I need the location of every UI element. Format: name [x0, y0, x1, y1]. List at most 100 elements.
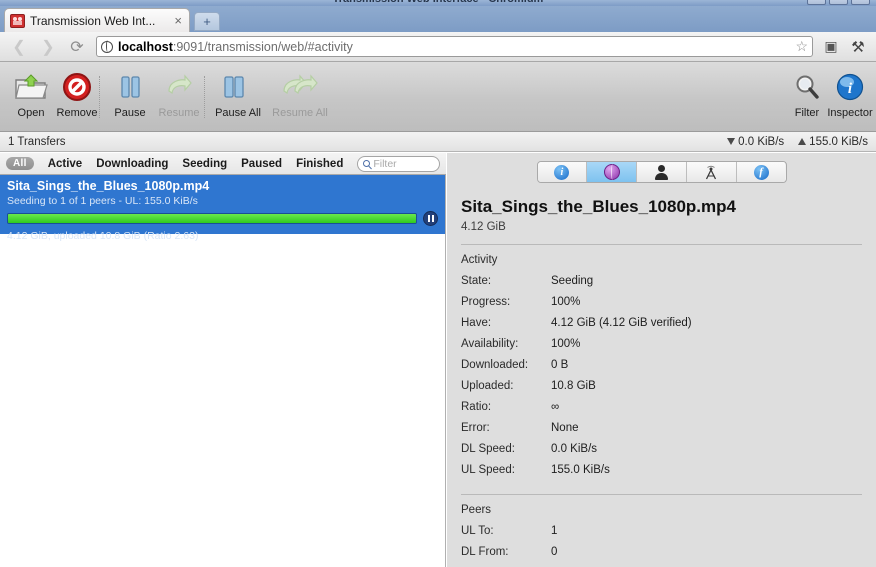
row-downloaded-key: Downloaded:: [461, 359, 529, 371]
search-icon: [363, 160, 371, 167]
row-downloaded-value: 0 B: [551, 359, 569, 371]
pause-label: Pause: [114, 107, 146, 119]
inspector-tab-peers[interactable]: [637, 162, 687, 182]
forward-icon[interactable]: ❯: [35, 35, 61, 59]
reload-icon[interactable]: ⟳: [64, 35, 90, 59]
resume-button: Resume: [150, 68, 208, 128]
maximize-button[interactable]: [829, 0, 848, 5]
url-host: localhost: [118, 39, 173, 54]
tab-strip: Transmission Web Int... × +: [0, 6, 876, 32]
wrench-menu-icon[interactable]: ⚒: [846, 35, 870, 59]
browser-tab-title: Transmission Web Int...: [30, 13, 156, 28]
filter-search-input[interactable]: Filter: [373, 158, 396, 170]
filter-label: Filter: [794, 107, 820, 119]
antenna-icon: [703, 165, 719, 180]
browser-window: Transmission Web Interface - Chromium Tr…: [0, 0, 876, 567]
row-error: Error: None: [447, 422, 876, 434]
row-progress: Progress: 100%: [447, 296, 876, 308]
row-have-value: 4.12 GiB (4.12 GiB verified): [551, 317, 692, 329]
row-dl-speed-key: DL Speed:: [461, 443, 515, 455]
row-availability-key: Availability:: [461, 338, 519, 350]
row-uploaded-value: 10.8 GiB: [551, 380, 596, 392]
inspector-tab-trackers[interactable]: [686, 162, 737, 182]
torrent-status: Seeding to 1 of 1 peers - UL: 155.0 KiB/…: [7, 195, 198, 207]
torrent-pause-button[interactable]: [423, 211, 438, 226]
download-speed: 0.0 KiB/s: [727, 136, 784, 148]
inspector-tab-info[interactable]: i: [537, 162, 588, 182]
resume-all-icon: [282, 68, 318, 106]
torrent-progress-fill: [8, 214, 416, 223]
filter-tab-finished[interactable]: Finished: [296, 158, 343, 170]
row-progress-value: 100%: [551, 296, 581, 308]
download-arrow-icon: [727, 138, 736, 145]
filter-bar: All Active Downloading Seeding Paused Fi…: [0, 153, 446, 175]
globe-icon: [101, 40, 113, 53]
url-path: :9091/transmission/web/#activity: [172, 39, 353, 54]
torrent-progress-bar: [7, 213, 417, 224]
toolbar-separator: [99, 76, 100, 118]
row-progress-key: Progress:: [461, 296, 511, 308]
row-state: State: Seeding: [447, 275, 876, 287]
remove-label: Remove: [56, 107, 98, 119]
window-controls[interactable]: [807, 0, 870, 5]
inspector-tab-files[interactable]: f: [736, 162, 786, 182]
filter-tab-all[interactable]: All: [6, 157, 34, 170]
pause-icon: [115, 68, 145, 106]
filter-search-box[interactable]: Filter: [357, 155, 440, 172]
reader-view-icon[interactable]: ▣: [819, 35, 843, 59]
pause-all-icon: [221, 68, 255, 106]
minimize-button[interactable]: [807, 0, 826, 5]
filter-tab-active[interactable]: Active: [48, 158, 83, 170]
row-ul-speed: UL Speed: 155.0 KiB/s: [447, 464, 876, 476]
filter-tab-paused[interactable]: Paused: [241, 158, 282, 170]
inspector-label: Inspector: [827, 107, 873, 119]
inspector-button[interactable]: i Inspector: [824, 68, 876, 128]
torrent-name: Sita_Sings_the_Blues_1080p.mp4: [7, 179, 210, 193]
info-icon: i: [835, 68, 865, 106]
row-dl-from-key: DL From:: [461, 546, 509, 558]
row-dl-from: DL From: 0: [447, 546, 876, 558]
inspector-tabs: i f: [536, 161, 787, 183]
row-ul-speed-key: UL Speed:: [461, 464, 515, 476]
row-ul-to: UL To: 1: [447, 525, 876, 537]
inspector-title: Sita_Sings_the_Blues_1080p.mp4: [461, 197, 736, 216]
row-state-key: State:: [461, 275, 492, 287]
new-tab-button[interactable]: +: [194, 12, 220, 31]
pause-all-label: Pause All: [215, 107, 261, 119]
torrent-list[interactable]: Sita_Sings_the_Blues_1080p.mp4 Seeding t…: [0, 175, 446, 567]
inspector-size: 4.12 GiB: [461, 221, 506, 233]
inspector-panel: i f Sita_Sings_the_Blues_1080p.mp4 4.12 …: [447, 153, 876, 567]
resume-all-label: Resume All: [272, 107, 328, 119]
section-title-activity: Activity: [461, 254, 498, 266]
open-label: Open: [17, 107, 45, 119]
row-dl-speed: DL Speed: 0.0 KiB/s: [447, 443, 876, 455]
transfers-count: 1 Transfers: [8, 135, 66, 148]
row-have-key: Have:: [461, 317, 492, 329]
inspector-tab-activity[interactable]: [587, 162, 638, 182]
filter-tab-seeding[interactable]: Seeding: [182, 158, 227, 170]
status-bar: 1 Transfers 0.0 KiB/s 155.0 KiB/s: [0, 132, 876, 152]
url-text: localhost:9091/transmission/web/#activit…: [118, 40, 353, 54]
row-ratio-key: Ratio:: [461, 401, 492, 413]
row-ul-to-key: UL To:: [461, 525, 494, 537]
download-speed-value: 0.0 KiB/s: [738, 135, 785, 148]
pause-all-button[interactable]: Pause All: [207, 68, 269, 128]
address-bar[interactable]: localhost:9091/transmission/web/#activit…: [96, 36, 813, 57]
filter-tab-downloading[interactable]: Downloading: [96, 158, 168, 170]
close-button[interactable]: [851, 0, 870, 5]
bookmark-star-icon[interactable]: ☆: [795, 38, 808, 55]
speed-indicators: 0.0 KiB/s 155.0 KiB/s: [727, 136, 868, 148]
row-downloaded: Downloaded: 0 B: [447, 359, 876, 371]
remove-icon: [61, 68, 93, 106]
row-error-key: Error:: [461, 422, 490, 434]
row-availability-value: 100%: [551, 338, 581, 350]
torrent-row[interactable]: Sita_Sings_the_Blues_1080p.mp4 Seeding t…: [0, 175, 445, 242]
transmission-toolbar: Open Remove Pause Resume Pause All Resum…: [0, 62, 876, 132]
browser-tab[interactable]: Transmission Web Int... ×: [4, 8, 190, 32]
remove-button[interactable]: Remove: [48, 68, 106, 128]
globe-icon: [603, 164, 620, 180]
upload-speed: 155.0 KiB/s: [798, 136, 868, 148]
close-icon[interactable]: ×: [172, 14, 184, 27]
torrent-progress-row: [7, 211, 438, 226]
back-icon[interactable]: ❮: [6, 35, 32, 59]
